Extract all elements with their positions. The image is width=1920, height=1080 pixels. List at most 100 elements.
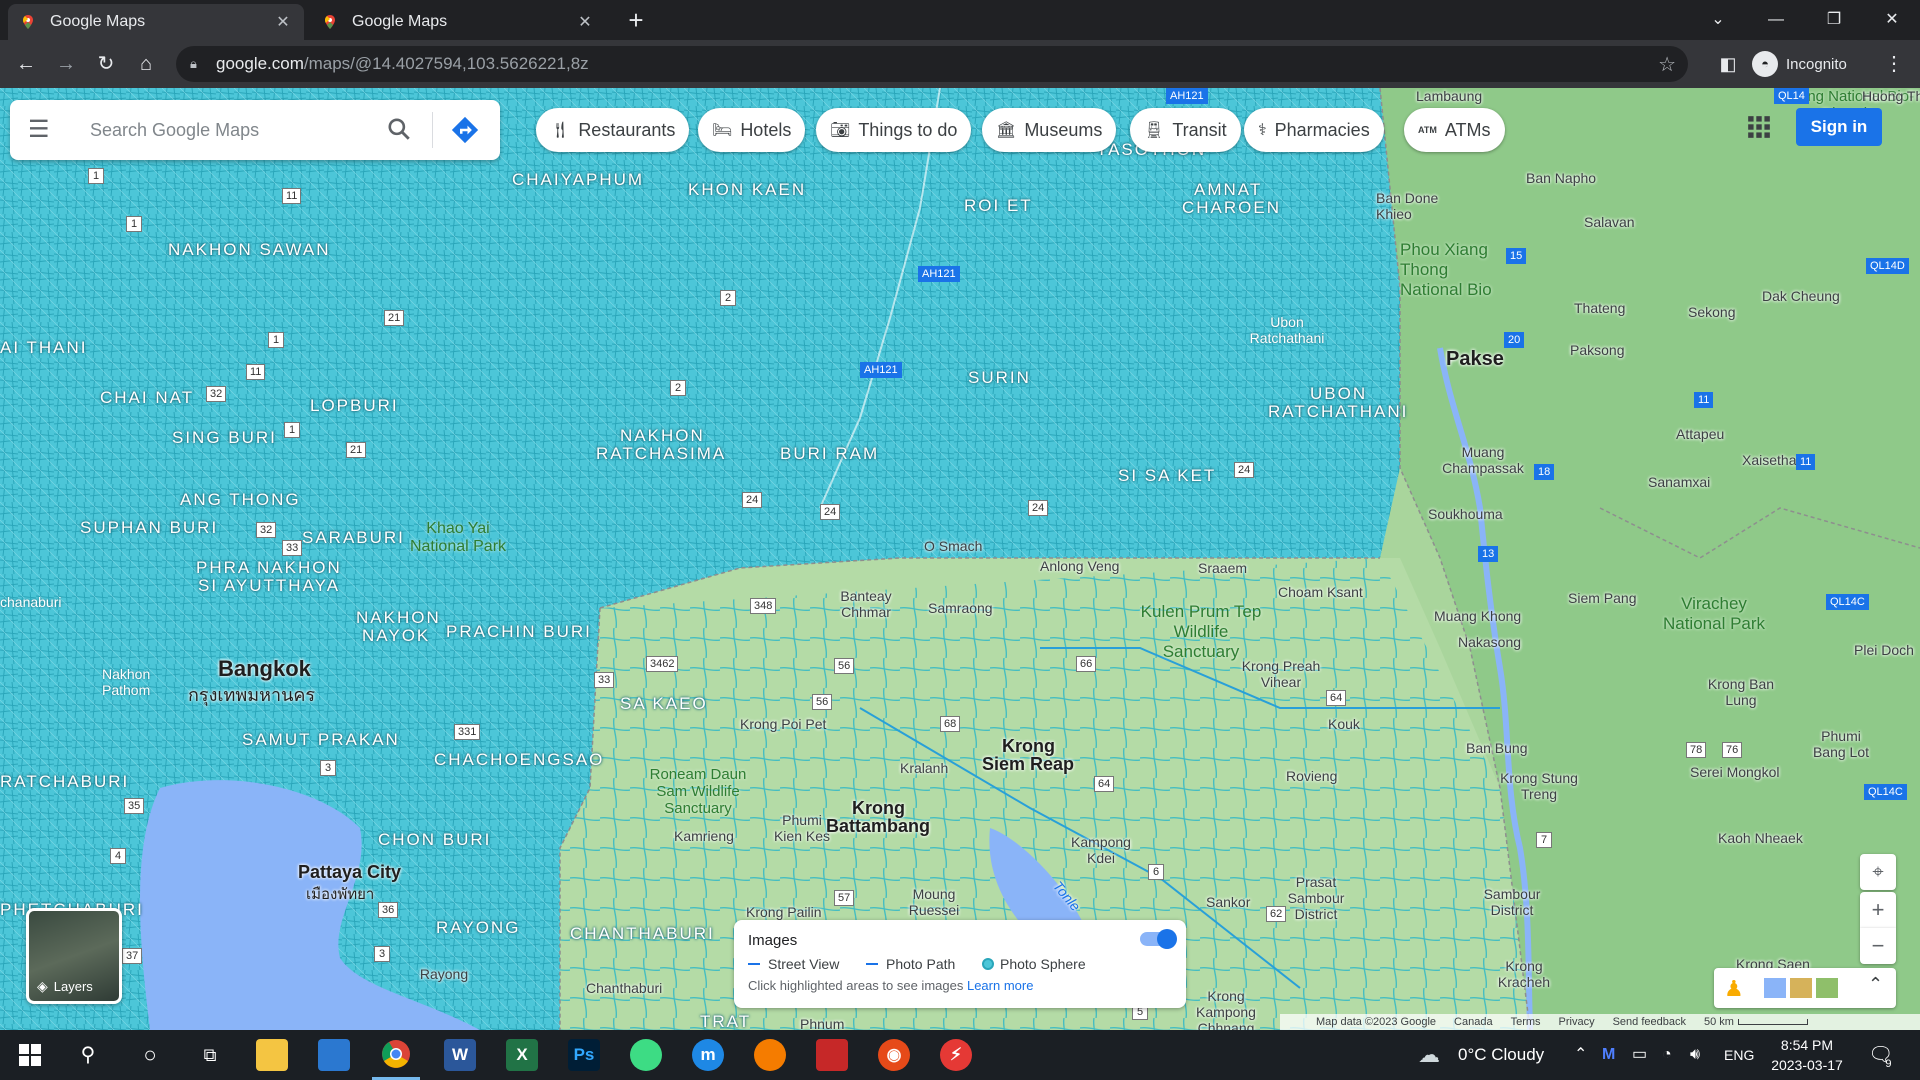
terms-link[interactable]: Terms <box>1511 1016 1541 1028</box>
search-icon[interactable] <box>386 116 414 144</box>
images-toggle[interactable] <box>1140 929 1177 949</box>
route-shield: 24 <box>1028 500 1049 516</box>
label-ratchaburi: RATCHABURI <box>0 772 130 791</box>
bookmark-star-icon[interactable]: ☆ <box>1658 52 1676 77</box>
chip-label: Museums <box>1024 119 1103 140</box>
forward-button[interactable]: → <box>50 48 82 80</box>
tab-google-maps-2[interactable]: Google Maps ✕ <box>310 4 606 40</box>
label-pattaya: Pattaya City <box>298 862 402 882</box>
screen: Google Maps ✕ Google Maps ✕ + ⌄ — ❐ ✕ ← … <box>0 0 1920 1080</box>
route-shield: 32 <box>256 522 277 538</box>
label-saraburi: SARABURI <box>302 528 405 547</box>
imagery-thumb-1[interactable] <box>1764 978 1786 998</box>
chrome-icon[interactable] <box>380 1039 412 1071</box>
clock[interactable]: 8:54 PM 2023-03-17 <box>1770 1030 1844 1080</box>
imagery-thumb-3[interactable] <box>1816 978 1838 998</box>
imagery-thumb-2[interactable] <box>1790 978 1812 998</box>
chip-hotels[interactable]: 🛏︎ Hotels <box>698 108 806 152</box>
chip-museums[interactable]: 🏛︎ Museums <box>982 108 1117 152</box>
route-shield: 78 <box>1686 742 1707 758</box>
zoom-out-button[interactable]: − <box>1860 928 1896 964</box>
map-canvas[interactable]: NAKHON SAWAN CHAIYAPHUM KHON KAEN ROI ET… <box>0 88 1920 1030</box>
minimize-button[interactable]: — <box>1748 0 1804 40</box>
excel-icon[interactable]: X <box>506 1039 538 1071</box>
label-prachin-buri: PRACHIN BURI <box>446 622 592 641</box>
notification-center-icon[interactable]: 🗨︎9 <box>1868 1030 1900 1080</box>
tab-google-maps-1[interactable]: Google Maps ✕ <box>8 4 304 40</box>
browser-menu-icon[interactable]: ⋮ <box>1878 48 1910 80</box>
pegman-icon[interactable]: ♟ <box>1724 976 1744 1002</box>
show-hidden-icons-chevron-icon[interactable]: ⌃ <box>1574 1030 1587 1080</box>
privacy-link[interactable]: Privacy <box>1559 1016 1595 1028</box>
incognito-profile-button[interactable]: ◓ Incognito <box>1752 48 1847 80</box>
clock-date: 2023-03-17 <box>1771 1057 1843 1073</box>
word-icon[interactable]: W <box>444 1039 476 1071</box>
label-ai-thani: AI THANI <box>0 338 88 357</box>
route-shield-ql: QL14C <box>1826 594 1869 610</box>
route-shield-ql: QL14D <box>1866 258 1909 274</box>
send-feedback-link[interactable]: Send feedback <box>1613 1016 1686 1028</box>
windows-start-icon[interactable] <box>14 1039 46 1071</box>
search-icon[interactable]: ⚲ <box>72 1039 104 1071</box>
country-link[interactable]: Canada <box>1454 1016 1493 1028</box>
search-input[interactable]: Search Google Maps <box>90 120 259 141</box>
my-location-icon[interactable]: ⌖ <box>1860 854 1896 890</box>
chip-restaurants[interactable]: 🍴︎ Restaurants <box>536 108 690 152</box>
scale-line <box>1737 1019 1808 1025</box>
label-kamrieng: Kamrieng <box>674 828 734 844</box>
side-panel-icon[interactable]: ◧ <box>1712 48 1744 80</box>
file-explorer-icon[interactable] <box>256 1039 288 1071</box>
home-button[interactable]: ⌂ <box>130 48 162 80</box>
wifi-icon[interactable]: ◔ <box>1662 1030 1672 1080</box>
chip-atms[interactable]: ATM ATMs <box>1404 108 1505 152</box>
address-bar[interactable]: 🔒︎ google.com/maps/@14.4027594,103.56262… <box>176 46 1688 82</box>
android-app-icon[interactable] <box>630 1039 662 1071</box>
control-panel-icon[interactable] <box>318 1039 350 1071</box>
museum-icon: 🏛︎ <box>996 122 1017 139</box>
chip-transit[interactable]: 🚆︎ Transit <box>1130 108 1241 152</box>
volume-icon[interactable]: 🔊︎ <box>1690 1030 1700 1080</box>
back-button[interactable]: ← <box>10 48 42 80</box>
sign-in-button[interactable]: Sign in <box>1796 108 1882 146</box>
route-shield: 11 <box>246 364 266 380</box>
tab-close-icon[interactable]: ✕ <box>576 12 594 32</box>
scale-bar[interactable]: 50 km <box>1704 1016 1808 1028</box>
app-media-icon[interactable] <box>816 1039 848 1071</box>
close-window-button[interactable]: ✕ <box>1864 0 1920 40</box>
chip-pharmacies[interactable]: ⚕ Pharmacies <box>1244 108 1384 152</box>
directions-icon[interactable] <box>450 115 480 145</box>
tab-close-icon[interactable]: ✕ <box>274 12 292 32</box>
language-indicator[interactable]: ENG <box>1724 1030 1754 1080</box>
cortana-icon[interactable]: ○ <box>134 1039 166 1071</box>
app-flash-icon[interactable]: ⚡︎ <box>940 1039 972 1071</box>
app-disc-icon[interactable]: ◉ <box>878 1039 910 1071</box>
label-chanaburi: chanaburi <box>0 594 62 610</box>
images-hint-text: Click highlighted areas to see images <box>748 978 964 993</box>
new-tab-button[interactable]: + <box>622 6 650 34</box>
app-mu-icon[interactable]: m <box>692 1039 724 1071</box>
route-shield: 1 <box>88 168 104 184</box>
weather-text[interactable]: 0°C Cloudy <box>1458 1030 1544 1080</box>
zoom-in-button[interactable]: + <box>1860 892 1896 928</box>
label-samut-prakan: SAMUT PRAKAN <box>242 730 400 749</box>
layers-button[interactable]: ◈ Layers <box>26 908 122 1004</box>
app-vpn-icon[interactable] <box>754 1039 786 1071</box>
tab-search-chevron-icon[interactable]: ⌄ <box>1690 0 1746 40</box>
route-shield-ql: 11 <box>1796 454 1816 470</box>
hamburger-menu-icon[interactable]: ☰ <box>28 117 54 143</box>
restore-button[interactable]: ❐ <box>1806 0 1862 40</box>
reload-button[interactable]: ↻ <box>90 48 122 80</box>
imagery-strip: ♟ ⌃ <box>1714 968 1896 1008</box>
photoshop-icon[interactable]: Ps <box>568 1039 600 1071</box>
legend-label: Photo Sphere <box>1000 956 1086 972</box>
battery-icon[interactable]: ▭ <box>1632 1030 1647 1080</box>
learn-more-link[interactable]: Learn more <box>967 978 1033 993</box>
label-sankor: Sankor <box>1206 894 1251 910</box>
route-shield-ah: AH121 <box>860 362 902 378</box>
chip-things-to-do[interactable]: 📷︎ Things to do <box>816 108 972 152</box>
expand-chevron-icon[interactable]: ⌃ <box>1868 974 1883 995</box>
label-sanamxai: Sanamxai <box>1648 474 1711 490</box>
tray-app-icon[interactable]: M <box>1602 1030 1615 1080</box>
google-apps-icon[interactable] <box>1746 114 1772 140</box>
task-view-icon[interactable]: ⧉ <box>194 1039 226 1071</box>
